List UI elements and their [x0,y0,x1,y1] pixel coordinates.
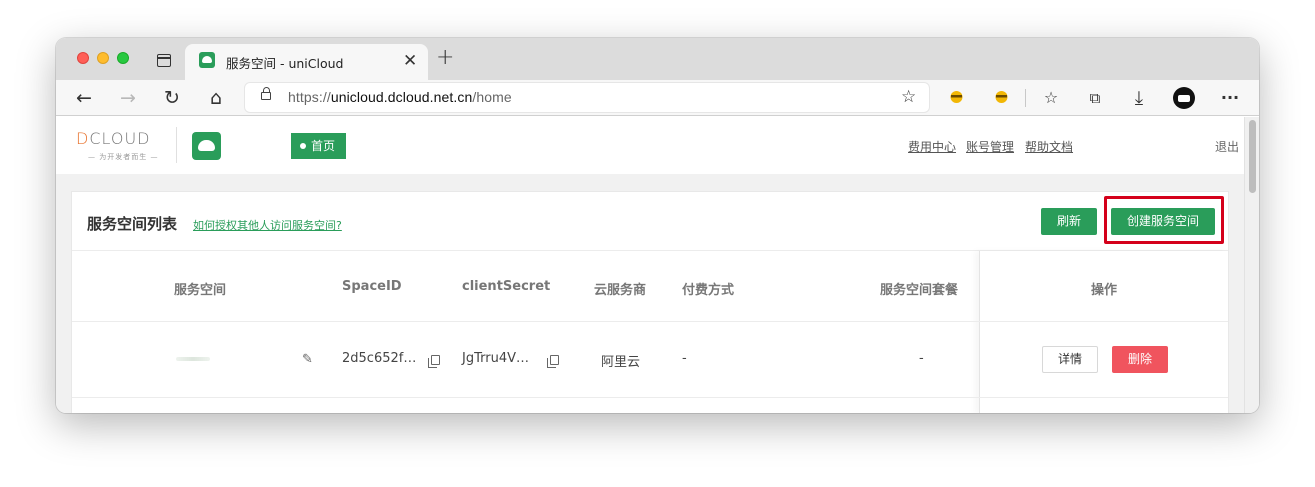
browser-toolbar: ← → ↻ ⌂ https://unicloud.dcloud.net.cn/h… [56,80,1259,116]
collections-icon[interactable]: ⧉ [1081,84,1109,112]
tab-strip: 服务空间 - uniCloud ✕ + [56,38,1259,80]
minimize-window-button[interactable] [97,52,109,64]
address-bar[interactable]: https://unicloud.dcloud.net.cn/home ☆ [244,82,930,113]
tab-close-icon[interactable]: ✕ [403,51,417,71]
extension-icon[interactable] [993,88,1010,105]
column-header-space: 服务空间 [174,283,227,298]
column-header-plan: 服务空间套餐 [880,283,959,298]
link-billing[interactable]: 费用中心 [908,138,956,155]
tab-actions-icon[interactable] [157,54,171,67]
create-space-button[interactable]: 创建服务空间 [1111,208,1215,235]
profile-avatar[interactable] [1173,87,1195,109]
reload-icon[interactable]: ↻ [158,84,186,112]
forward-arrow-icon[interactable]: → [114,84,142,112]
nav-home[interactable]: 首页 [291,133,346,159]
row-divider [72,397,1228,398]
space-name-redacted [176,357,210,361]
column-header-clientsecret: clientSecret [462,279,551,294]
home-icon[interactable]: ⌂ [202,84,230,112]
browser-window: 服务空间 - uniCloud ✕ + ← → ↻ ⌂ https://unic… [56,38,1259,413]
column-header-payment: 付费方式 [682,283,735,298]
lock-icon [261,87,271,100]
cell-provider: 阿里云 [601,355,641,370]
close-window-button[interactable] [77,52,89,64]
url-text[interactable]: https://unicloud.dcloud.net.cn/home [288,89,512,105]
logout-link[interactable]: 退出 [1215,138,1239,155]
scrollbar-thumb[interactable] [1249,120,1256,193]
cell-spaceid: 2d5c652f… [342,351,417,366]
panel-title: 服务空间列表 [87,215,178,233]
tab-active[interactable]: 服务空间 - uniCloud ✕ [185,44,428,80]
help-authorize-link[interactable]: 如何授权其他人访问服务空间? [193,217,342,233]
tab-title: 服务空间 - uniCloud [226,56,344,71]
cell-clientsecret: JgTrru4V… [462,351,529,366]
site-header: DCLOUD — 为开发者而生 — 首页 费用中心 账号管理 帮助文档 退出 [56,117,1244,174]
column-header-spaceid: SpaceID [342,279,402,294]
favorites-icon[interactable]: ☆ [1037,84,1065,112]
delete-button[interactable]: 删除 [1112,346,1168,373]
new-tab-button[interactable]: + [436,47,454,69]
link-account[interactable]: 账号管理 [966,138,1014,155]
copy-icon[interactable] [547,355,559,368]
unicloud-logo-icon[interactable] [192,132,221,160]
unicloud-favicon-icon [199,52,215,68]
dcloud-logo-subtitle: — 为开发者而生 — [88,153,159,161]
header-divider [176,127,177,163]
space-list-panel: 服务空间列表 如何授权其他人访问服务空间? 刷新 创建服务空间 服务空间 Spa… [71,191,1229,413]
page-content: DCLOUD — 为开发者而生 — 首页 费用中心 账号管理 帮助文档 退出 服… [56,117,1259,413]
row-divider [72,321,1228,322]
more-menu-icon[interactable]: ··· [1216,84,1244,112]
detail-button[interactable]: 详情 [1042,346,1098,373]
column-header-provider: 云服务商 [594,283,647,298]
link-help-docs[interactable]: 帮助文档 [1025,138,1073,155]
dcloud-logo[interactable]: DCLOUD [76,129,150,148]
cell-payment: - [682,351,687,366]
toolbar-separator [1025,89,1026,107]
column-header-actions: 操作 [1091,283,1118,298]
back-arrow-icon[interactable]: ← [70,84,98,112]
add-favorite-icon[interactable]: ☆ [901,87,916,107]
cell-plan: - [919,351,924,366]
extension-icon[interactable] [948,88,965,105]
active-dot-icon [300,143,306,149]
download-icon[interactable]: ⤓ [1125,84,1153,112]
page-scrollbar[interactable] [1244,117,1259,413]
zoom-window-button[interactable] [117,52,129,64]
copy-icon[interactable] [428,355,440,368]
edit-pencil-icon[interactable]: ✎ [302,352,313,367]
fixed-actions-column [979,251,1229,413]
refresh-button[interactable]: 刷新 [1041,208,1097,235]
